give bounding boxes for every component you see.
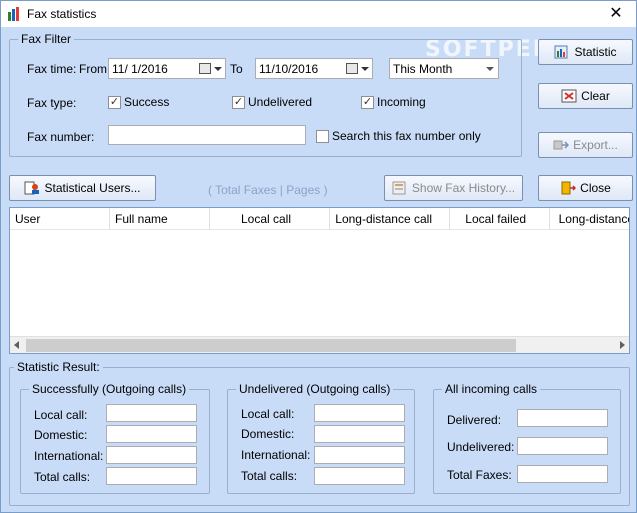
show-fax-history-button[interactable]: Show Fax History... (384, 175, 523, 201)
undelivered-local-call-label: Local call: (241, 407, 295, 421)
undelivered-label: Undelivered (248, 95, 313, 109)
window-close-button[interactable]: ✕ (596, 1, 636, 27)
period-select[interactable]: This Month (389, 58, 499, 79)
success-checkbox[interactable]: ✓ Success (108, 95, 169, 109)
incoming-undelivered-label: Undelivered: (447, 440, 515, 454)
success-international-value (106, 446, 197, 464)
to-date-picker[interactable]: 11/10/2016 (255, 58, 373, 79)
period-value: This Month (393, 62, 453, 76)
incoming-delivered-value (517, 409, 608, 427)
success-local-call-value (106, 404, 197, 422)
incoming-total-faxes-value (517, 465, 608, 483)
clear-button[interactable]: Clear (538, 83, 633, 109)
calendar-icon (199, 63, 211, 74)
undelivered-checkbox[interactable]: ✓ Undelivered (232, 95, 312, 109)
undelivered-outgoing-legend: Undelivered (Outgoing calls) (236, 382, 394, 396)
chevron-down-icon (486, 67, 494, 71)
pages-summary: ( Total Faxes | Pages ) (208, 183, 328, 197)
incoming-label: Incoming (377, 95, 426, 109)
search-only-label: Search this fax number only (332, 129, 481, 143)
checkbox-check-icon: ✓ (361, 95, 374, 109)
column-header-user[interactable]: User (10, 208, 110, 230)
undelivered-domestic-value (314, 425, 405, 443)
column-header-local-failed[interactable]: Local failed (450, 208, 550, 230)
window-title: Fax statistics (27, 7, 97, 21)
show-fax-history-label: Show Fax History... (411, 181, 516, 195)
incoming-calls-group: All incoming calls Delivered: Undelivere… (433, 382, 621, 494)
statistics-table[interactable]: User Full name Local call Long-distance … (9, 207, 630, 354)
undelivered-international-value (314, 446, 405, 464)
close-button[interactable]: Close (538, 175, 633, 201)
fax-type-label: Fax type: (27, 96, 77, 110)
success-total-calls-value (106, 467, 197, 485)
column-header-long-distance[interactable]: Long-distance (550, 208, 629, 230)
statistic-button[interactable]: Statistic (538, 39, 633, 65)
horizontal-scrollbar[interactable] (10, 336, 629, 353)
title-bar: Fax statistics ✕ (1, 1, 636, 27)
history-icon (392, 181, 406, 195)
success-outgoing-legend: Successfully (Outgoing calls) (29, 382, 190, 396)
incoming-delivered-label: Delivered: (447, 413, 502, 427)
checkbox-check-icon: ✓ (232, 95, 245, 109)
export-button[interactable]: Export... (538, 132, 633, 158)
fax-statistics-window: Fax statistics ✕ SOFTPEDIA Fax Filter Fa… (0, 0, 637, 513)
undelivered-international-label: International: (241, 448, 311, 462)
fax-number-label: Fax number: (27, 130, 95, 144)
column-header-long-distance-call[interactable]: Long-distance call (330, 208, 450, 230)
export-icon (553, 140, 570, 150)
undelivered-total-calls-label: Total calls: (241, 469, 298, 483)
close-icon: ✕ (609, 5, 623, 22)
incoming-undelivered-value (517, 437, 608, 455)
statistic-icon (554, 45, 568, 59)
exit-door-icon (561, 181, 577, 195)
statistical-users-label: Statistical Users... (44, 181, 141, 195)
scroll-right-icon[interactable] (620, 341, 625, 349)
table-header: User Full name Local call Long-distance … (10, 208, 629, 230)
statistic-result-legend: Statistic Result: (14, 360, 103, 374)
undelivered-total-calls-value (314, 467, 405, 485)
close-label: Close (580, 181, 611, 195)
success-domestic-label: Domestic: (34, 428, 88, 442)
incoming-total-faxes-label: Total Faxes: (447, 468, 512, 482)
clear-icon (561, 89, 577, 103)
success-domestic-value (106, 425, 197, 443)
clear-label: Clear (581, 89, 610, 103)
scroll-thumb[interactable] (26, 339, 516, 352)
fax-number-input[interactable] (108, 125, 306, 145)
success-total-calls-label: Total calls: (34, 470, 91, 484)
checkbox-check-icon: ✓ (108, 95, 121, 109)
statistical-users-button[interactable]: Statistical Users... (9, 175, 156, 201)
from-label: From (79, 62, 107, 76)
chevron-down-icon (214, 67, 222, 71)
checkbox-empty-icon (316, 129, 329, 143)
success-local-call-label: Local call: (34, 408, 88, 422)
users-icon (24, 181, 40, 195)
statistic-result-group: Statistic Result: Successfully (Outgoing… (9, 360, 630, 506)
undelivered-outgoing-group: Undelivered (Outgoing calls) Local call:… (227, 382, 415, 494)
incoming-calls-legend: All incoming calls (442, 382, 541, 396)
from-date-picker[interactable]: 11/ 1/2016 (108, 58, 226, 79)
undelivered-domestic-label: Domestic: (241, 427, 295, 441)
search-fax-number-only-checkbox[interactable]: Search this fax number only (316, 129, 481, 143)
column-header-local-call[interactable]: Local call (210, 208, 330, 230)
statistic-label: Statistic (574, 45, 617, 59)
success-label: Success (124, 95, 170, 109)
undelivered-local-call-value (314, 404, 405, 422)
fax-filter-group: Fax Filter Fax time: From 11/ 1/2016 To … (9, 32, 522, 157)
to-date-value: 11/10/2016 (259, 62, 319, 76)
fax-time-label: Fax time: (27, 62, 77, 76)
from-date-value: 11/ 1/2016 (112, 62, 168, 76)
incoming-checkbox[interactable]: ✓ Incoming (361, 95, 426, 109)
success-international-label: International: (34, 449, 104, 463)
app-icon (8, 7, 19, 21)
column-header-full-name[interactable]: Full name (110, 208, 210, 230)
export-label: Export... (573, 138, 618, 152)
scroll-left-icon[interactable] (14, 341, 19, 349)
chevron-down-icon (361, 67, 369, 71)
success-outgoing-group: Successfully (Outgoing calls) Local call… (20, 382, 210, 494)
calendar-icon (346, 63, 358, 74)
fax-filter-legend: Fax Filter (18, 32, 75, 46)
to-label: To (230, 62, 243, 76)
